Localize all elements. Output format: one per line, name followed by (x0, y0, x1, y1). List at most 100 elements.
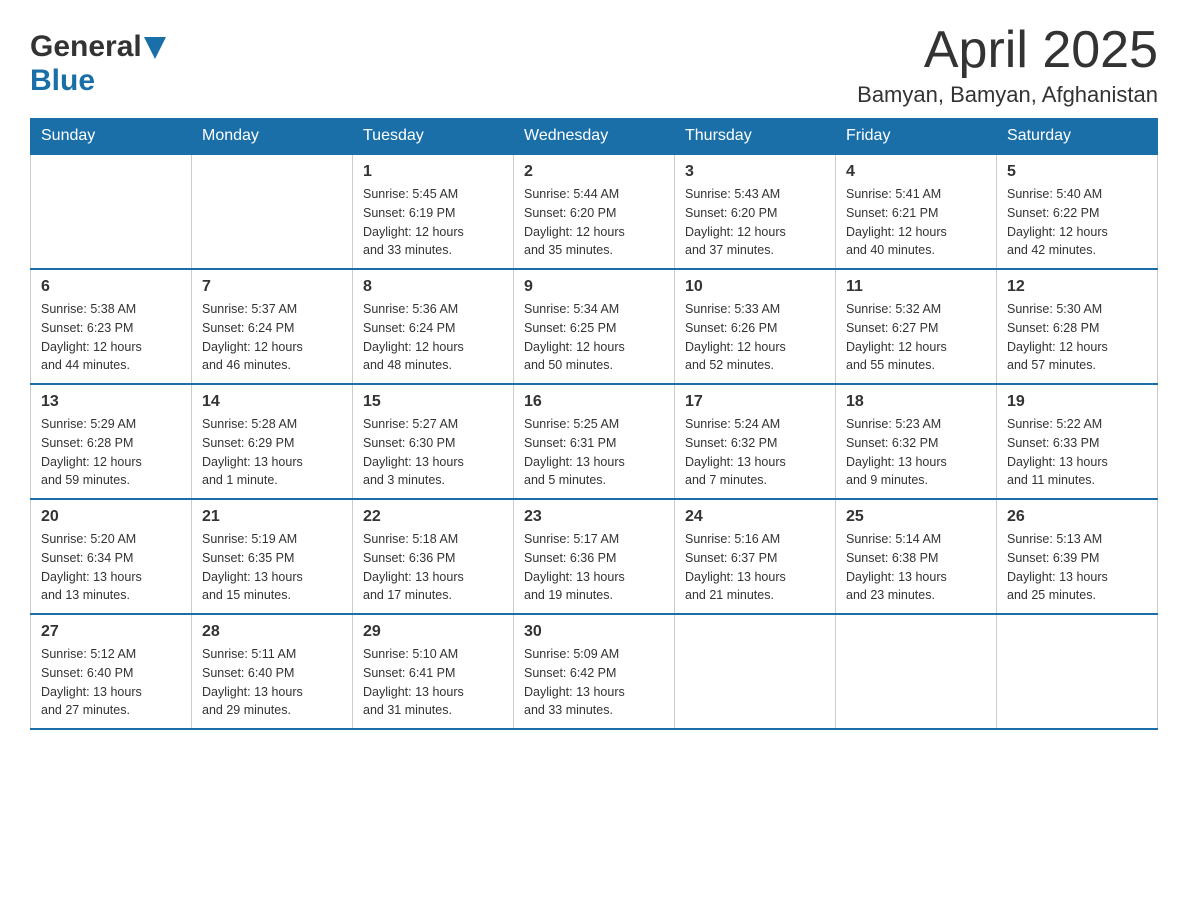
calendar-cell (997, 614, 1158, 729)
day-number: 21 (202, 508, 342, 526)
day-info: Sunrise: 5:45 AMSunset: 6:19 PMDaylight:… (363, 185, 503, 260)
calendar-week-row: 20 Sunrise: 5:20 AMSunset: 6:34 PMDayligh… (31, 499, 1158, 614)
day-info: Sunrise: 5:20 AMSunset: 6:34 PMDaylight:… (41, 530, 181, 605)
calendar-cell: 19 Sunrise: 5:22 AMSunset: 6:33 PMDayligh… (997, 384, 1158, 499)
day-number: 7 (202, 278, 342, 296)
column-header-thursday: Thursday (675, 119, 836, 155)
calendar-week-row: 27 Sunrise: 5:12 AMSunset: 6:40 PMDayligh… (31, 614, 1158, 729)
calendar-cell: 18Sunrise: 5:23 AMSunset: 6:32 PMDayligh… (836, 384, 997, 499)
calendar-cell: 3Sunrise: 5:43 AMSunset: 6:20 PMDaylight… (675, 154, 836, 269)
day-number: 2 (524, 163, 664, 181)
calendar-cell: 1 Sunrise: 5:45 AMSunset: 6:19 PMDaylight… (353, 154, 514, 269)
day-info: Sunrise: 5:22 AMSunset: 6:33 PMDaylight:… (1007, 415, 1147, 490)
day-number: 13 (41, 393, 181, 411)
calendar-cell: 12Sunrise: 5:30 AMSunset: 6:28 PMDayligh… (997, 269, 1158, 384)
calendar-cell: 28 Sunrise: 5:11 AMSunset: 6:40 PMDayligh… (192, 614, 353, 729)
day-info: Sunrise: 5:18 AMSunset: 6:36 PMDaylight:… (363, 530, 503, 605)
day-info: Sunrise: 5:36 AMSunset: 6:24 PMDaylight:… (363, 300, 503, 375)
day-number: 23 (524, 508, 664, 526)
day-number: 28 (202, 623, 342, 641)
day-info: Sunrise: 5:43 AMSunset: 6:20 PMDaylight:… (685, 185, 825, 260)
logo-general: General (30, 30, 142, 64)
day-info: Sunrise: 5:44 AMSunset: 6:20 PMDaylight:… (524, 185, 664, 260)
day-info: Sunrise: 5:29 AMSunset: 6:28 PMDaylight:… (41, 415, 181, 490)
calendar-cell: 15 Sunrise: 5:27 AMSunset: 6:30 PMDayligh… (353, 384, 514, 499)
calendar-cell: 6 Sunrise: 5:38 AMSunset: 6:23 PMDaylight… (31, 269, 192, 384)
day-info: Sunrise: 5:16 AMSunset: 6:37 PMDaylight:… (685, 530, 825, 605)
logo-blue: Blue (30, 64, 95, 97)
day-info: Sunrise: 5:32 AMSunset: 6:27 PMDaylight:… (846, 300, 986, 375)
page-header: General Blue April 2025 Bamyan, Bamyan, … (30, 20, 1158, 108)
calendar-cell: 26 Sunrise: 5:13 AMSunset: 6:39 PMDayligh… (997, 499, 1158, 614)
month-title: April 2025 (857, 20, 1158, 80)
calendar-cell: 2 Sunrise: 5:44 AMSunset: 6:20 PMDaylight… (514, 154, 675, 269)
day-number: 22 (363, 508, 503, 526)
day-info: Sunrise: 5:27 AMSunset: 6:30 PMDaylight:… (363, 415, 503, 490)
calendar-cell: 4 Sunrise: 5:41 AMSunset: 6:21 PMDaylight… (836, 154, 997, 269)
calendar-cell (675, 614, 836, 729)
calendar-week-row: 13 Sunrise: 5:29 AMSunset: 6:28 PMDayligh… (31, 384, 1158, 499)
location-title: Bamyan, Bamyan, Afghanistan (857, 82, 1158, 108)
calendar-cell: 29 Sunrise: 5:10 AMSunset: 6:41 PMDayligh… (353, 614, 514, 729)
calendar-cell: 9 Sunrise: 5:34 AMSunset: 6:25 PMDaylight… (514, 269, 675, 384)
calendar-cell: 20 Sunrise: 5:20 AMSunset: 6:34 PMDayligh… (31, 499, 192, 614)
calendar-cell: 14Sunrise: 5:28 AMSunset: 6:29 PMDayligh… (192, 384, 353, 499)
calendar-cell: 16 Sunrise: 5:25 AMSunset: 6:31 PMDayligh… (514, 384, 675, 499)
day-info: Sunrise: 5:11 AMSunset: 6:40 PMDaylight:… (202, 645, 342, 720)
calendar-cell: 8 Sunrise: 5:36 AMSunset: 6:24 PMDaylight… (353, 269, 514, 384)
day-info: Sunrise: 5:10 AMSunset: 6:41 PMDaylight:… (363, 645, 503, 720)
day-number: 29 (363, 623, 503, 641)
calendar-cell: 7 Sunrise: 5:37 AMSunset: 6:24 PMDaylight… (192, 269, 353, 384)
day-number: 14 (202, 393, 342, 411)
calendar-week-row: 6 Sunrise: 5:38 AMSunset: 6:23 PMDaylight… (31, 269, 1158, 384)
day-number: 25 (846, 508, 986, 526)
day-number: 26 (1007, 508, 1147, 526)
day-info: Sunrise: 5:17 AMSunset: 6:36 PMDaylight:… (524, 530, 664, 605)
day-info: Sunrise: 5:09 AMSunset: 6:42 PMDaylight:… (524, 645, 664, 720)
day-info: Sunrise: 5:38 AMSunset: 6:23 PMDaylight:… (41, 300, 181, 375)
day-number: 30 (524, 623, 664, 641)
day-number: 9 (524, 278, 664, 296)
day-info: Sunrise: 5:37 AMSunset: 6:24 PMDaylight:… (202, 300, 342, 375)
day-number: 10 (685, 278, 825, 296)
day-info: Sunrise: 5:30 AMSunset: 6:28 PMDaylight:… (1007, 300, 1147, 375)
day-info: Sunrise: 5:12 AMSunset: 6:40 PMDaylight:… (41, 645, 181, 720)
logo: General Blue (30, 30, 166, 98)
logo-arrow-icon (144, 37, 166, 59)
calendar-cell (31, 154, 192, 269)
day-info: Sunrise: 5:40 AMSunset: 6:22 PMDaylight:… (1007, 185, 1147, 260)
day-info: Sunrise: 5:41 AMSunset: 6:21 PMDaylight:… (846, 185, 986, 260)
day-info: Sunrise: 5:24 AMSunset: 6:32 PMDaylight:… (685, 415, 825, 490)
day-info: Sunrise: 5:34 AMSunset: 6:25 PMDaylight:… (524, 300, 664, 375)
day-info: Sunrise: 5:33 AMSunset: 6:26 PMDaylight:… (685, 300, 825, 375)
day-number: 8 (363, 278, 503, 296)
day-number: 19 (1007, 393, 1147, 411)
calendar-cell: 22 Sunrise: 5:18 AMSunset: 6:36 PMDayligh… (353, 499, 514, 614)
calendar-cell: 24 Sunrise: 5:16 AMSunset: 6:37 PMDayligh… (675, 499, 836, 614)
column-header-wednesday: Wednesday (514, 119, 675, 155)
calendar-cell: 30 Sunrise: 5:09 AMSunset: 6:42 PMDayligh… (514, 614, 675, 729)
day-number: 6 (41, 278, 181, 296)
calendar-cell: 10 Sunrise: 5:33 AMSunset: 6:26 PMDayligh… (675, 269, 836, 384)
column-header-sunday: Sunday (31, 119, 192, 155)
day-number: 24 (685, 508, 825, 526)
day-number: 27 (41, 623, 181, 641)
calendar-cell: 11Sunrise: 5:32 AMSunset: 6:27 PMDayligh… (836, 269, 997, 384)
calendar-cell: 5 Sunrise: 5:40 AMSunset: 6:22 PMDaylight… (997, 154, 1158, 269)
calendar-cell (836, 614, 997, 729)
day-number: 5 (1007, 163, 1147, 181)
column-header-monday: Monday (192, 119, 353, 155)
day-number: 1 (363, 163, 503, 181)
day-number: 17 (685, 393, 825, 411)
day-number: 20 (41, 508, 181, 526)
calendar-header-row: SundayMondayTuesdayWednesdayThursdayFrid… (31, 119, 1158, 155)
calendar-cell: 17 Sunrise: 5:24 AMSunset: 6:32 PMDayligh… (675, 384, 836, 499)
day-info: Sunrise: 5:13 AMSunset: 6:39 PMDaylight:… (1007, 530, 1147, 605)
day-number: 16 (524, 393, 664, 411)
calendar-cell (192, 154, 353, 269)
calendar-cell: 13 Sunrise: 5:29 AMSunset: 6:28 PMDayligh… (31, 384, 192, 499)
day-number: 4 (846, 163, 986, 181)
calendar-week-row: 1 Sunrise: 5:45 AMSunset: 6:19 PMDaylight… (31, 154, 1158, 269)
day-info: Sunrise: 5:25 AMSunset: 6:31 PMDaylight:… (524, 415, 664, 490)
day-number: 15 (363, 393, 503, 411)
